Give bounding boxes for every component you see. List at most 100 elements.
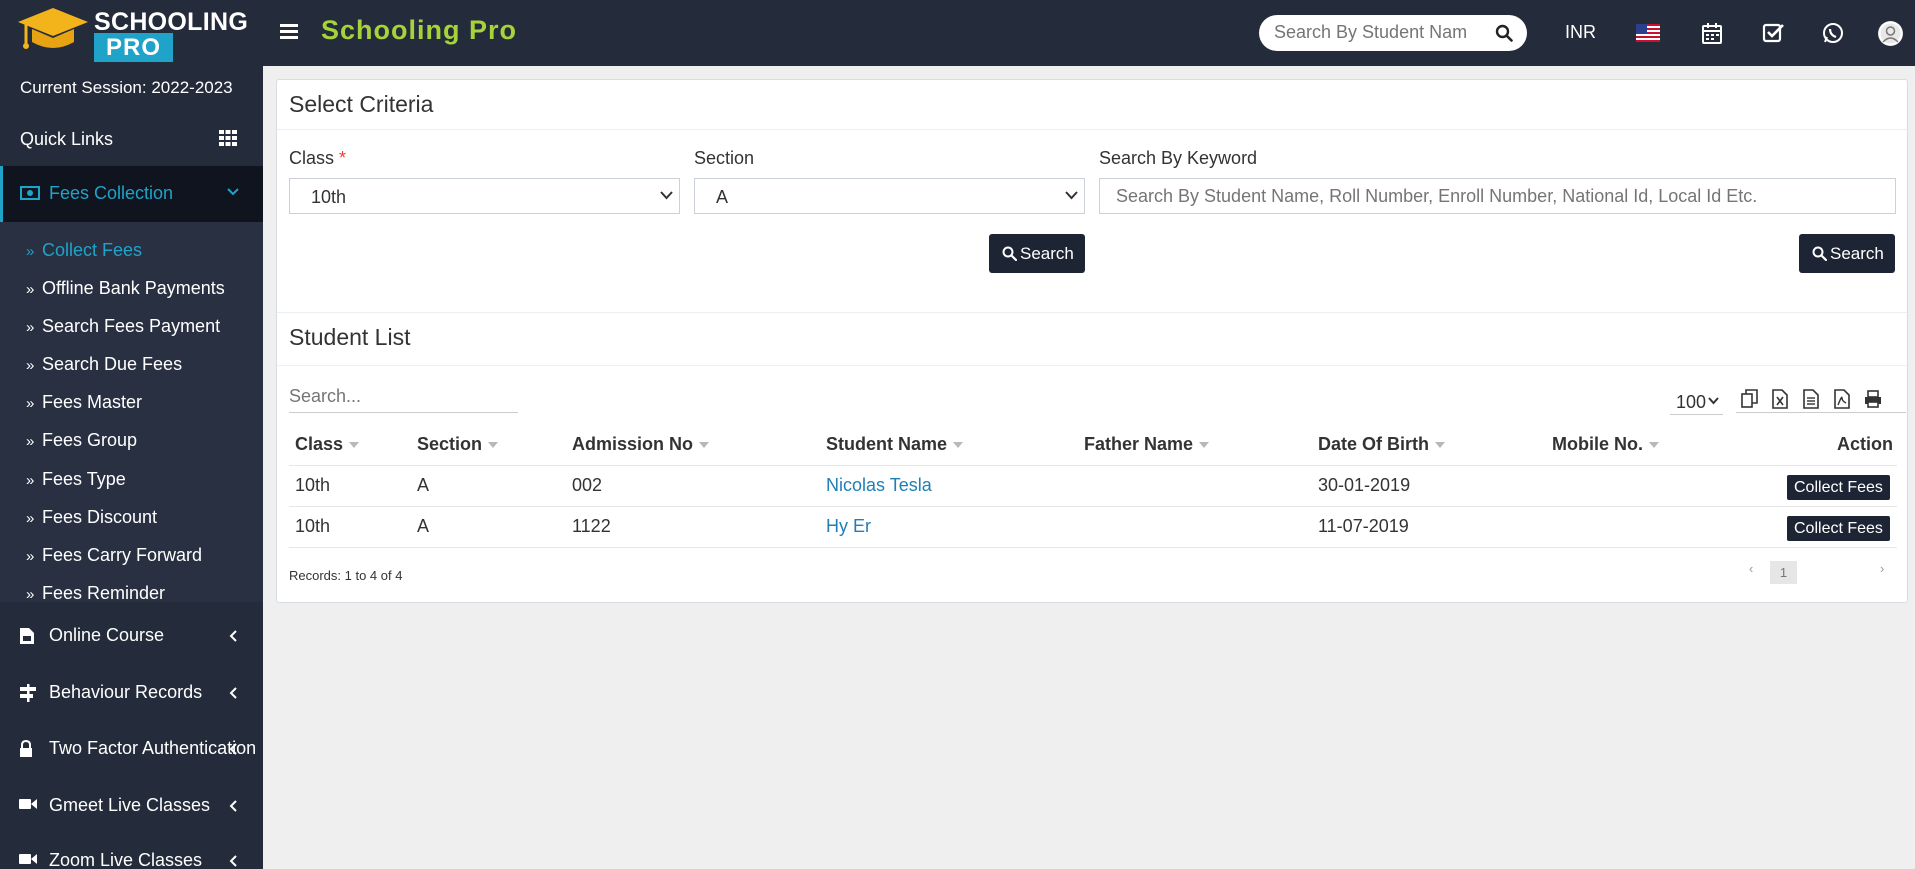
sidebar-item-gmeet-live-classes[interactable]: Gmeet Live Classes — [0, 782, 263, 832]
records-info: Records: 1 to 4 of 4 — [289, 568, 403, 583]
calendar-icon[interactable] — [1700, 21, 1724, 45]
sidebar-item-behaviour-records[interactable]: Behaviour Records — [0, 669, 263, 719]
divider — [277, 365, 1907, 366]
us-flag-icon[interactable] — [1636, 24, 1660, 42]
check-square-icon[interactable] — [1761, 21, 1785, 45]
export-toolbar — [1736, 385, 1906, 413]
double-chevron-icon: » — [26, 319, 35, 336]
sort-icon — [1199, 442, 1210, 449]
submenu-fees-reminder[interactable]: » Fees Reminder — [26, 583, 165, 613]
student-search-input[interactable] — [1274, 22, 1484, 43]
video-icon — [19, 799, 37, 809]
submenu-collect-fees[interactable]: » Collect Fees — [26, 240, 142, 270]
quick-links[interactable]: Quick Links — [0, 118, 263, 158]
currency-selector[interactable]: INR — [1565, 22, 1596, 43]
column-header-date-of-birth[interactable]: Date Of Birth — [1318, 434, 1446, 455]
section-select-value: A — [716, 187, 729, 207]
chevron-left-icon — [229, 855, 237, 867]
column-header-student-name[interactable]: Student Name — [826, 434, 964, 455]
keyword-label: Search By Keyword — [1099, 148, 1258, 168]
signpost-icon — [20, 684, 36, 702]
top-search-box — [1259, 15, 1527, 51]
sidebar-item-two-factor-authentication[interactable]: Two Factor Authentication — [0, 725, 263, 775]
submenu-label: Fees Type — [42, 469, 126, 489]
csv-icon[interactable] — [1802, 389, 1820, 409]
double-chevron-icon: » — [26, 510, 35, 527]
quick-links-label: Quick Links — [20, 129, 114, 149]
submenu-fees-type[interactable]: » Fees Type — [26, 469, 126, 499]
sidebar-item-zoom-live-classes[interactable]: Zoom Live Classes — [0, 837, 263, 869]
search-icon — [1812, 246, 1827, 261]
sidebar-item-online-course[interactable]: Online Course — [0, 612, 263, 662]
sort-icon — [953, 442, 964, 449]
pagination-next[interactable]: › — [1880, 561, 1884, 576]
sidebar-item-label: Gmeet Live Classes — [49, 795, 211, 815]
top-navbar: SCHOOLING PRO Schooling Pro INR — [0, 0, 1915, 66]
pagination-page-1[interactable]: 1 — [1770, 561, 1797, 584]
search-icon[interactable] — [1495, 24, 1513, 42]
cell-section: A — [417, 516, 430, 536]
submenu-label: Fees Group — [42, 430, 138, 450]
sort-icon — [488, 442, 499, 449]
column-header-mobile-no[interactable]: Mobile No. — [1552, 434, 1659, 455]
copy-icon[interactable] — [1741, 389, 1759, 409]
column-header-section[interactable]: Section — [417, 434, 499, 455]
column-header-label: Section — [417, 434, 483, 454]
search-button[interactable]: Search — [989, 234, 1085, 273]
graduation-cap-icon — [18, 8, 88, 49]
column-header-label: Mobile No. — [1552, 434, 1643, 454]
submenu-search-due-fees[interactable]: » Search Due Fees — [26, 354, 182, 384]
keyword-search-button[interactable]: Search — [1799, 234, 1895, 273]
submenu-fees-group[interactable]: » Fees Group — [26, 430, 137, 460]
student-name-link[interactable]: Hy Er — [826, 516, 871, 537]
submenu-fees-master[interactable]: » Fees Master — [26, 392, 142, 422]
excel-icon[interactable] — [1771, 389, 1789, 409]
student-name-link[interactable]: Nicolas Tesla — [826, 475, 932, 496]
whatsapp-icon[interactable] — [1821, 21, 1845, 45]
table-divider — [289, 506, 1897, 507]
double-chevron-icon: » — [26, 586, 35, 603]
cell-section: A — [417, 475, 430, 495]
submenu-fees-discount[interactable]: » Fees Discount — [26, 507, 157, 537]
chevron-down-icon — [1708, 397, 1719, 405]
sort-icon — [1435, 442, 1446, 449]
sort-icon — [699, 442, 710, 449]
keyword-search-input[interactable] — [1116, 186, 1876, 207]
app-logo[interactable]: SCHOOLING PRO — [18, 4, 248, 62]
submenu-offline-bank-payments[interactable]: » Offline Bank Payments — [26, 278, 225, 308]
chevron-left-icon — [229, 630, 237, 642]
double-chevron-icon: » — [26, 548, 35, 565]
collect-fees-button[interactable]: Collect Fees — [1787, 475, 1890, 500]
column-header-admission-no[interactable]: Admission No — [572, 434, 710, 455]
page-size-select[interactable]: 100 — [1670, 388, 1723, 415]
column-header-class[interactable]: Class — [295, 434, 360, 455]
sidebar-item-label: Behaviour Records — [49, 682, 203, 702]
submenu-label: Fees Reminder — [42, 583, 166, 603]
menu-icon[interactable] — [280, 24, 298, 40]
chevron-down-icon — [227, 188, 239, 196]
chevron-left-icon — [229, 687, 237, 699]
section-select[interactable]: A — [694, 178, 1085, 214]
column-header-label: Student Name — [826, 434, 948, 454]
submenu-label: Fees Carry Forward — [42, 545, 203, 565]
user-avatar-icon[interactable] — [1878, 21, 1903, 46]
pdf-icon[interactable] — [1833, 389, 1851, 409]
print-icon[interactable] — [1864, 389, 1882, 409]
section-label: Section — [694, 148, 755, 168]
submenu-fees-carry-forward[interactable]: » Fees Carry Forward — [26, 545, 202, 575]
required-mark: * — [339, 148, 347, 168]
class-select[interactable]: 10th — [289, 178, 680, 214]
table-divider — [289, 465, 1897, 466]
collect-fees-button[interactable]: Collect Fees — [1787, 516, 1890, 541]
submenu-search-fees-payment[interactable]: » Search Fees Payment — [26, 316, 220, 346]
sidebar-item-fees-collection[interactable]: Fees Collection — [0, 166, 263, 222]
pagination-prev[interactable]: ‹ — [1749, 561, 1753, 576]
cell-admission-no: 1122 — [572, 516, 611, 536]
submenu-label: Search Due Fees — [42, 354, 183, 374]
chevron-down-icon — [1065, 191, 1078, 200]
app-title: Schooling Pro — [321, 15, 518, 45]
sidebar: Current Session: 2022-2023 Quick Links F… — [0, 66, 263, 869]
column-header-father-name[interactable]: Father Name — [1084, 434, 1210, 455]
table-search-input[interactable] — [289, 386, 509, 407]
money-icon — [20, 186, 40, 200]
